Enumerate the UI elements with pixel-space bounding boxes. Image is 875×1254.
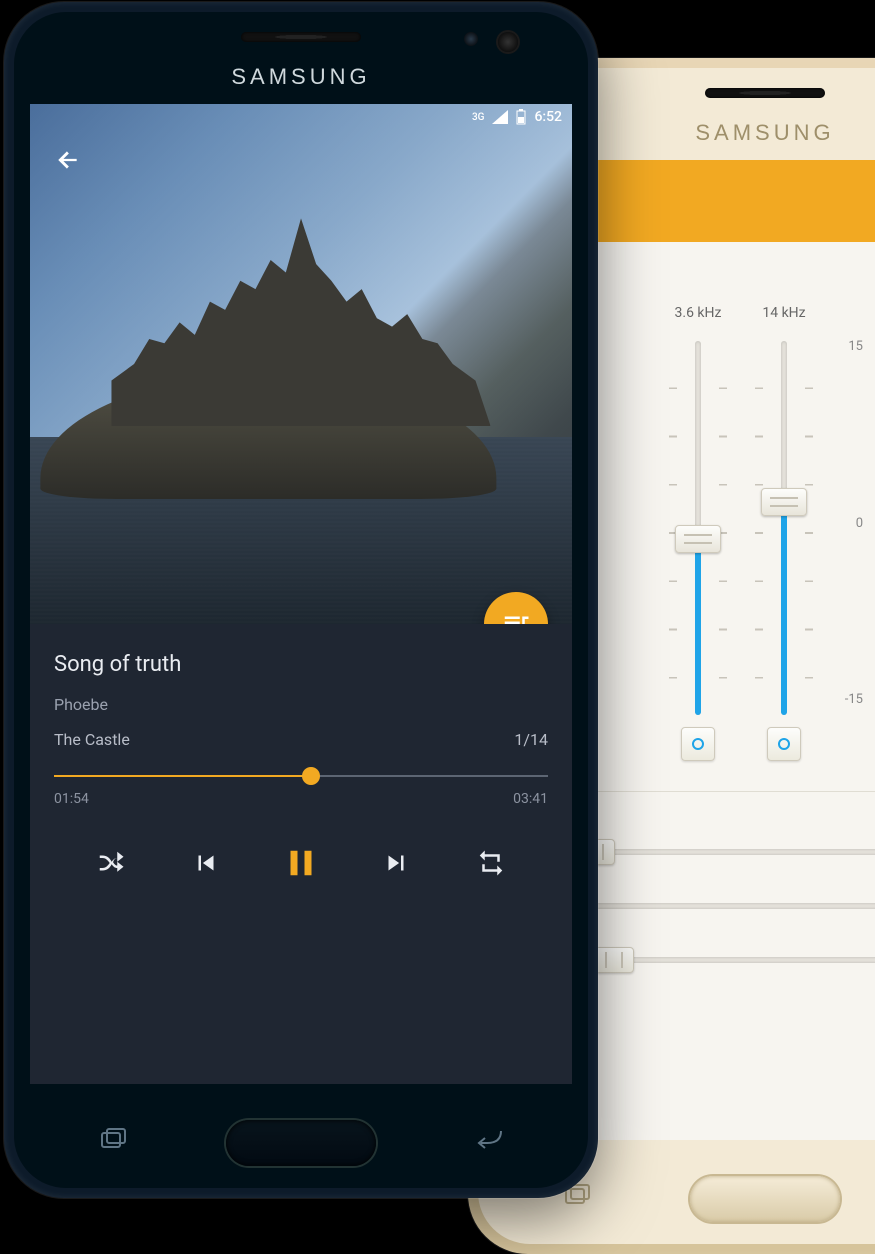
signal-icon — [492, 110, 508, 124]
album-art — [30, 104, 572, 624]
back-softkey[interactable] — [468, 1124, 508, 1154]
track-title: Song of truth — [54, 652, 548, 677]
track-album: The Castle — [54, 730, 130, 749]
band-freq-label: 3.6 kHz — [675, 305, 722, 333]
progress-slider[interactable] — [54, 771, 548, 781]
track-index: 1/14 — [514, 730, 548, 749]
eq-band-14khz: 14 kHz — [753, 305, 815, 761]
player-info-panel: Song of truth Phoebe The Castle 1/14 01:… — [30, 624, 572, 1084]
pause-button[interactable] — [275, 837, 327, 889]
band-reset-button[interactable] — [767, 727, 801, 761]
shuffle-button[interactable] — [85, 837, 137, 889]
player-controls — [54, 837, 548, 889]
home-button[interactable] — [690, 1176, 840, 1222]
repeat-icon — [476, 848, 506, 878]
recents-softkey[interactable] — [94, 1124, 134, 1154]
pause-icon — [280, 842, 322, 884]
eq-scale: 15 0 -15 — [839, 305, 863, 761]
previous-button[interactable] — [180, 837, 232, 889]
eq-band-3.6khz: 3.6 kHz — [667, 305, 729, 761]
status-time: 6:52 — [534, 109, 562, 125]
band-slider[interactable] — [683, 341, 713, 715]
phone-speaker — [705, 88, 825, 98]
battery-icon — [516, 109, 526, 125]
track-artist: Phoebe — [54, 695, 548, 714]
device-brand: SAMSUNG — [4, 64, 598, 90]
phone-sensor — [464, 32, 478, 46]
phone-speaker — [241, 32, 361, 42]
band-reset-button[interactable] — [681, 727, 715, 761]
time-elapsed: 01:54 — [54, 791, 89, 807]
phone-front-camera — [498, 32, 518, 52]
band-freq-label: 14 kHz — [762, 305, 805, 333]
playlist-icon — [501, 609, 531, 624]
skip-previous-icon — [191, 848, 221, 878]
band-slider[interactable] — [769, 341, 799, 715]
next-button[interactable] — [370, 837, 422, 889]
time-duration: 03:41 — [513, 791, 548, 807]
skip-next-icon — [381, 848, 411, 878]
repeat-button[interactable] — [465, 837, 517, 889]
back-button[interactable] — [48, 140, 88, 180]
shuffle-icon — [96, 848, 126, 878]
home-button[interactable] — [226, 1120, 376, 1166]
network-label: 3G — [472, 112, 485, 123]
